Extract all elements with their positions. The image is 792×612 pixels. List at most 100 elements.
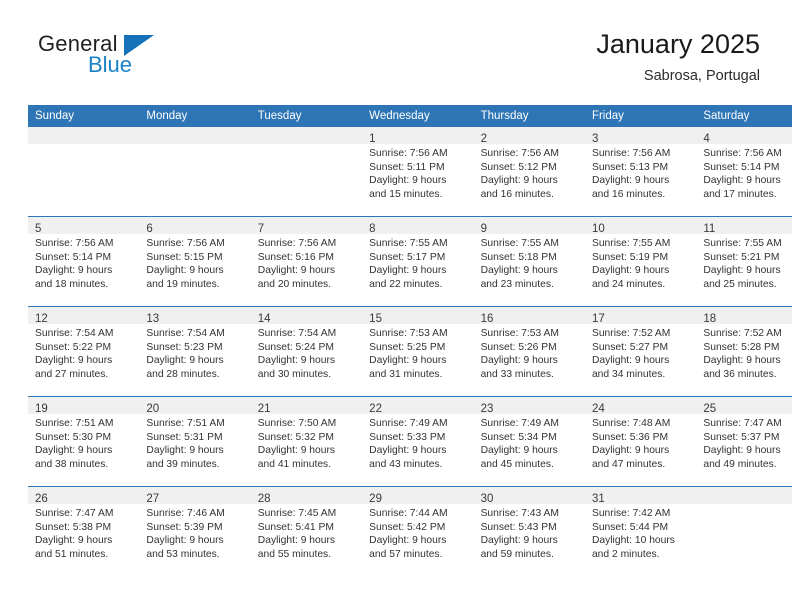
day-detail-block: Sunrise: 7:48 AM Sunset: 5:36 PM Daylight:…	[585, 414, 696, 471]
day-detail-line: Daylight: 9 hours	[480, 445, 558, 457]
calendar-day-cell[interactable]: 24 Sunrise: 7:48 AM Sunset: 5:36 PM Dayligh…	[584, 396, 697, 487]
day-detail-line: Sunrise: 7:56 AM	[591, 148, 671, 159]
day-detail-line: Daylight: 9 hours	[480, 175, 558, 187]
day-detail-line: and 43 minutes.	[369, 458, 443, 470]
calendar-cell-empty	[696, 486, 792, 576]
page-subtitle: Sabrosa, Portugal	[643, 68, 760, 84]
general-blue-logo[interactable]: General Blue	[28, 28, 288, 88]
day-number-band: 26	[28, 487, 140, 505]
day-number: 11	[703, 223, 716, 235]
day-number-band	[139, 127, 251, 144]
calendar-day-cell[interactable]: 27 Sunrise: 7:46 AM Sunset: 5:39 PM Dayligh…	[139, 486, 251, 576]
day-detail-line: Sunrise: 7:44 AM	[369, 508, 448, 519]
day-detail-line: Daylight: 9 hours	[257, 265, 336, 277]
calendar-day-cell[interactable]: 13 Sunrise: 7:54 AM Sunset: 5:23 PM Dayligh…	[139, 306, 251, 397]
day-detail-line: Sunrise: 7:51 AM	[146, 418, 225, 429]
day-detail-line: and 18 minutes.	[35, 278, 109, 290]
day-detail-line: Daylight: 9 hours	[480, 535, 558, 547]
day-detail-line: Sunset: 5:12 PM	[480, 161, 557, 173]
day-detail-line: Sunrise: 7:56 AM	[480, 148, 559, 159]
calendar-day-cell[interactable]: 28 Sunrise: 7:45 AM Sunset: 5:41 PM Dayligh…	[250, 486, 363, 576]
logo-text-blue: Blue	[88, 52, 133, 77]
day-detail-line: Sunrise: 7:54 AM	[35, 328, 114, 339]
day-detail-block: Sunrise: 7:43 AM Sunset: 5:43 PM Daylight:…	[474, 504, 585, 561]
calendar-day-cell[interactable]: 5 Sunrise: 7:56 AM Sunset: 5:14 PM Daylight…	[28, 216, 140, 307]
calendar-day-cell[interactable]: 21 Sunrise: 7:50 AM Sunset: 5:32 PM Dayligh…	[250, 396, 363, 487]
calendar-day-cell[interactable]: 7 Sunrise: 7:56 AM Sunset: 5:16 PM Daylight…	[250, 216, 363, 307]
calendar-day-cell[interactable]: 10 Sunrise: 7:55 AM Sunset: 5:19 PM Dayligh…	[584, 216, 697, 307]
day-number-band: 7	[250, 217, 363, 235]
day-number-band: 31	[584, 487, 697, 505]
day-number-band: 20	[139, 397, 251, 415]
day-detail-block: Sunrise: 7:47 AM Sunset: 5:37 PM Daylight:…	[696, 414, 792, 471]
day-number: 13	[146, 313, 160, 325]
day-number-band: 9	[473, 217, 585, 235]
calendar-day-cell[interactable]: 6 Sunrise: 7:56 AM Sunset: 5:15 PM Daylight…	[139, 216, 251, 307]
day-detail-line: Daylight: 10 hours	[591, 535, 675, 547]
day-detail-line: and 53 minutes.	[146, 548, 220, 560]
calendar-day-cell[interactable]: 8 Sunrise: 7:55 AM Sunset: 5:17 PM Daylight…	[362, 216, 474, 307]
day-detail-line: Sunset: 5:41 PM	[257, 521, 334, 533]
day-number: 17	[591, 313, 605, 325]
calendar-day-cell[interactable]: 29 Sunrise: 7:44 AM Sunset: 5:42 PM Dayligh…	[362, 486, 474, 576]
day-detail-block: Sunrise: 7:42 AM Sunset: 5:44 PM Daylight:…	[585, 504, 696, 561]
day-detail-line: Sunrise: 7:55 AM	[369, 238, 448, 249]
calendar-day-cell[interactable]: 25 Sunrise: 7:47 AM Sunset: 5:37 PM Dayligh…	[696, 396, 792, 487]
calendar-day-cell[interactable]: 17 Sunrise: 7:52 AM Sunset: 5:27 PM Dayligh…	[584, 306, 697, 397]
day-number: 31	[591, 493, 605, 505]
day-detail-block: Sunrise: 7:49 AM Sunset: 5:33 PM Daylight:…	[362, 414, 473, 471]
day-detail-line: Sunrise: 7:42 AM	[591, 508, 671, 519]
calendar-day-cell[interactable]: 18 Sunrise: 7:52 AM Sunset: 5:28 PM Dayligh…	[696, 306, 792, 397]
calendar-day-cell[interactable]: 19 Sunrise: 7:51 AM Sunset: 5:30 PM Dayligh…	[28, 396, 140, 487]
calendar-cell-empty	[139, 127, 251, 217]
calendar-day-cell[interactable]: 14 Sunrise: 7:54 AM Sunset: 5:24 PM Dayligh…	[250, 306, 363, 397]
calendar-day-cell[interactable]: 26 Sunrise: 7:47 AM Sunset: 5:38 PM Dayligh…	[28, 486, 140, 576]
calendar-day-cell[interactable]: 16 Sunrise: 7:53 AM Sunset: 5:26 PM Dayligh…	[473, 306, 585, 397]
day-detail-line: Sunrise: 7:47 AM	[703, 418, 782, 429]
day-detail-block	[251, 144, 362, 147]
calendar-day-cell[interactable]: 30 Sunrise: 7:43 AM Sunset: 5:43 PM Dayligh…	[473, 486, 585, 576]
calendar-day-cell[interactable]: 12 Sunrise: 7:54 AM Sunset: 5:22 PM Dayligh…	[28, 306, 140, 397]
day-number: 18	[703, 313, 717, 325]
calendar-day-cell[interactable]: 22 Sunrise: 7:49 AM Sunset: 5:33 PM Dayligh…	[362, 396, 474, 487]
day-detail-block: Sunrise: 7:56 AM Sunset: 5:14 PM Daylight:…	[696, 144, 792, 201]
page-header: General Blue January 2025 Sabrosa, Portu…	[28, 28, 760, 96]
calendar-day-cell[interactable]: 31 Sunrise: 7:42 AM Sunset: 5:44 PM Dayligh…	[584, 486, 697, 576]
day-number-band: 19	[28, 397, 140, 415]
calendar-day-cell[interactable]: 2 Sunrise: 7:56 AM Sunset: 5:12 PM Daylight…	[473, 127, 585, 217]
weekday-header-monday: Monday	[139, 105, 251, 127]
day-detail-line: and 57 minutes.	[369, 548, 443, 560]
weekday-header-tuesday: Tuesday	[250, 105, 363, 127]
calendar-day-cell[interactable]: 15 Sunrise: 7:53 AM Sunset: 5:25 PM Dayligh…	[362, 306, 474, 397]
calendar-day-cell[interactable]: 20 Sunrise: 7:51 AM Sunset: 5:31 PM Dayligh…	[139, 396, 251, 487]
calendar-day-cell[interactable]: 3 Sunrise: 7:56 AM Sunset: 5:13 PM Daylight…	[584, 127, 697, 217]
calendar-day-cell[interactable]: 4 Sunrise: 7:56 AM Sunset: 5:14 PM Daylight…	[696, 127, 792, 217]
day-detail-block: Sunrise: 7:50 AM Sunset: 5:32 PM Daylight:…	[251, 414, 362, 471]
calendar-day-cell[interactable]: 9 Sunrise: 7:55 AM Sunset: 5:18 PM Daylight…	[473, 216, 585, 307]
day-detail-line: Sunrise: 7:43 AM	[480, 508, 559, 519]
weekday-header-row: Sunday Monday Tuesday Wednesday Thursday Frid…	[28, 105, 792, 127]
day-detail-block: Sunrise: 7:55 AM Sunset: 5:21 PM Daylight:…	[696, 234, 792, 291]
day-detail-line: Sunrise: 7:53 AM	[480, 328, 559, 339]
day-detail-line: Sunrise: 7:46 AM	[146, 508, 225, 519]
day-number-band: 4	[696, 127, 792, 145]
day-number-band: 23	[473, 397, 585, 415]
day-number: 9	[480, 223, 487, 235]
day-detail-line: Sunrise: 7:49 AM	[369, 418, 448, 429]
day-detail-block: Sunrise: 7:51 AM Sunset: 5:31 PM Daylight:…	[139, 414, 250, 471]
day-detail-block: Sunrise: 7:52 AM Sunset: 5:27 PM Daylight:…	[585, 324, 696, 381]
day-detail-block: Sunrise: 7:56 AM Sunset: 5:11 PM Daylight:…	[362, 144, 473, 201]
day-number-band: 15	[362, 307, 474, 325]
day-detail-line: and 27 minutes.	[35, 368, 109, 380]
day-detail-line: Sunrise: 7:55 AM	[703, 238, 782, 249]
day-number: 2	[480, 133, 487, 145]
calendar-day-cell[interactable]: 11 Sunrise: 7:55 AM Sunset: 5:21 PM Dayligh…	[696, 216, 792, 307]
day-detail-line: Sunrise: 7:53 AM	[369, 328, 448, 339]
day-number-band: 29	[362, 487, 474, 505]
day-detail-line: Daylight: 9 hours	[146, 265, 224, 277]
day-detail-block	[696, 504, 792, 507]
day-detail-line: Sunset: 5:13 PM	[591, 161, 669, 173]
calendar-day-cell[interactable]: 23 Sunrise: 7:49 AM Sunset: 5:34 PM Dayligh…	[473, 396, 585, 487]
day-detail-line: Daylight: 9 hours	[146, 355, 224, 367]
calendar-day-cell[interactable]: 1 Sunrise: 7:56 AM Sunset: 5:11 PM Daylight…	[362, 127, 474, 217]
